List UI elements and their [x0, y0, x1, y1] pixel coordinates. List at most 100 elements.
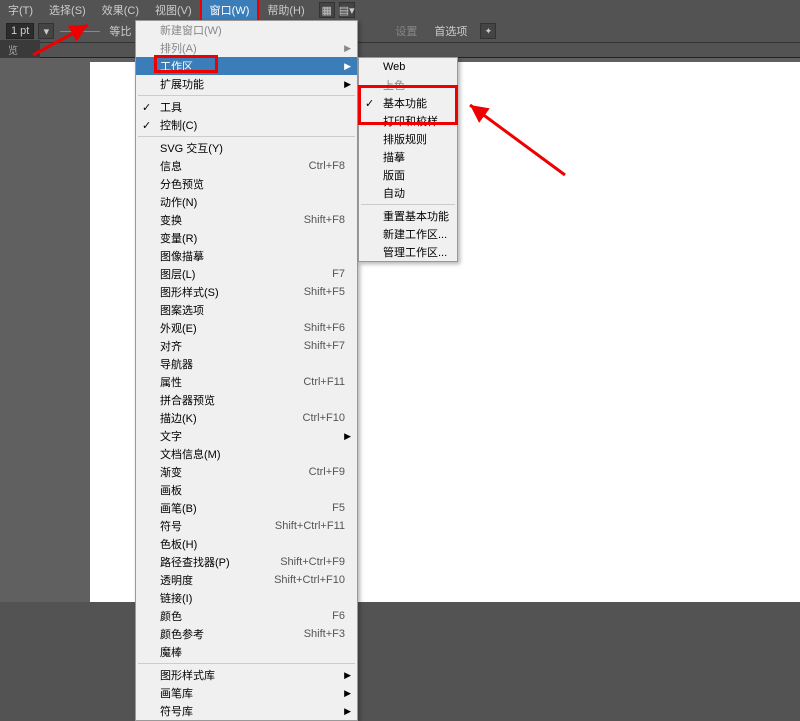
window-menu-item[interactable]: 工作区▶ [136, 57, 357, 75]
pin-icon[interactable]: ✦ [480, 23, 496, 39]
menu-item-label: 透明度 [160, 572, 193, 588]
menu-item-label: 颜色 [160, 608, 182, 624]
menu-item-label: Web [383, 61, 405, 73]
workspace-menu-item[interactable]: 版面 [359, 166, 457, 184]
check-icon: ✓ [142, 101, 151, 114]
window-menu-item[interactable]: 文档信息(M) [136, 445, 357, 463]
window-menu-item[interactable]: 图案选项 [136, 301, 357, 319]
menu-item-label: 描摹 [383, 149, 405, 165]
menu-shortcut: Shift+F3 [304, 628, 345, 640]
window-menu-item[interactable]: 拼合器预览 [136, 391, 357, 409]
menu-bar: 字(T) 选择(S) 效果(C) 视图(V) 窗口(W) 帮助(H) ▦ ▤▾ [0, 0, 800, 20]
window-menu-item[interactable]: 属性Ctrl+F11 [136, 373, 357, 391]
menu-shortcut: Shift+F5 [304, 286, 345, 298]
menu-item-label: 文字 [160, 428, 182, 444]
workspace-menu-item[interactable]: 打印和校样 [359, 112, 457, 130]
window-menu-item[interactable]: 画笔库▶ [136, 684, 357, 702]
menu-item-label: SVG 交互(Y) [160, 140, 223, 156]
window-menu-item[interactable]: ✓ 控制(C) [136, 116, 357, 134]
submenu-arrow-icon: ▶ [344, 688, 351, 699]
window-menu-item[interactable]: 信息Ctrl+F8 [136, 157, 357, 175]
window-menu-item[interactable]: 符号库▶ [136, 702, 357, 720]
workspace-menu-item[interactable]: ✓基本功能 [359, 94, 457, 112]
menu-shortcut: Shift+Ctrl+F9 [280, 556, 345, 568]
stroke-weight-field[interactable]: 1 pt [6, 23, 34, 39]
window-menu-item[interactable]: 对齐Shift+F7 [136, 337, 357, 355]
window-menu-item[interactable]: ✓ 工具 [136, 98, 357, 116]
workspace-menu-item[interactable]: 排版规则 [359, 130, 457, 148]
window-menu-item[interactable]: 文字 ▶ [136, 427, 357, 445]
window-menu-item[interactable]: 画笔(B)F5 [136, 499, 357, 517]
menu-item-label: 变换 [160, 212, 182, 228]
workspace-menu-item[interactable]: 新建工作区... [359, 225, 457, 243]
submenu-arrow-icon: ▶ [344, 61, 351, 72]
window-menu-item[interactable]: 图形样式库▶ [136, 666, 357, 684]
options-bar: 1 pt ▾ 等比 ▾ 设置 首选项 ✦ [0, 20, 800, 42]
menu-shortcut: Shift+F8 [304, 214, 345, 226]
check-icon: ✓ [142, 119, 151, 132]
window-menu-item[interactable]: 魔棒 [136, 643, 357, 661]
window-menu-item[interactable]: 图形样式(S) Shift+F5 [136, 283, 357, 301]
menu-view[interactable]: 视图(V) [147, 0, 200, 21]
window-menu-item[interactable]: 图层(L)F7 [136, 265, 357, 283]
window-menu-item[interactable]: 扩展功能▶ [136, 75, 357, 93]
menu-item-label: 文档信息(M) [160, 446, 221, 462]
window-menu-item[interactable]: 画板 [136, 481, 357, 499]
window-menu-item[interactable]: 排列(A)▶ [136, 39, 357, 57]
menu-shortcut: Ctrl+F10 [303, 412, 346, 424]
menu-effect[interactable]: 效果(C) [94, 0, 147, 21]
menu-shortcut: Shift+F6 [304, 322, 345, 334]
menu-item-label: 信息 [160, 158, 182, 174]
window-menu-item[interactable]: 动作(N) [136, 193, 357, 211]
window-menu-item[interactable]: 透明度Shift+Ctrl+F10 [136, 571, 357, 589]
submenu-arrow-icon: ▶ [344, 431, 351, 442]
window-menu-item[interactable]: 变换 Shift+F8 [136, 211, 357, 229]
submenu-arrow-icon: ▶ [344, 670, 351, 681]
menu-item-label: 外观(E) [160, 320, 197, 336]
menu-item-label: 色板(H) [160, 536, 197, 552]
stroke-dropdown[interactable]: ▾ [38, 23, 54, 39]
workspace-menu-item[interactable]: 描摹 [359, 148, 457, 166]
window-menu-item[interactable]: 色板(H) [136, 535, 357, 553]
menu-help[interactable]: 帮助(H) [259, 0, 312, 21]
menu-item-label: 画笔(B) [160, 500, 197, 516]
workspace-menu-item[interactable]: 重置基本功能 [359, 207, 457, 225]
window-menu-item[interactable]: 路径查找器(P)Shift+Ctrl+F9 [136, 553, 357, 571]
submenu-arrow-icon: ▶ [344, 706, 351, 717]
window-menu-item[interactable]: 导航器 [136, 355, 357, 373]
menu-item-label: 版面 [383, 167, 405, 183]
window-menu-item[interactable]: 渐变Ctrl+F9 [136, 463, 357, 481]
workspace-menu-item[interactable]: 管理工作区... [359, 243, 457, 261]
window-menu-item[interactable]: 新建窗口(W) [136, 21, 357, 39]
check-icon: ✓ [365, 97, 374, 110]
window-menu-item[interactable]: 颜色F6 [136, 607, 357, 625]
window-menu-item[interactable]: 变量(R) [136, 229, 357, 247]
toolbar-icon-2[interactable]: ▤▾ [339, 2, 355, 18]
menu-item-label: 图形样式(S) [160, 284, 219, 300]
window-menu-item[interactable]: 符号Shift+Ctrl+F11 [136, 517, 357, 535]
menu-select[interactable]: 选择(S) [41, 0, 94, 21]
workspace-menu-item[interactable]: 上色 [359, 76, 457, 94]
window-menu-item[interactable]: 链接(I) [136, 589, 357, 607]
window-menu-item[interactable]: 外观(E) Shift+F6 [136, 319, 357, 337]
menu-shortcut: F7 [332, 268, 345, 280]
menu-shortcut: Ctrl+F11 [303, 376, 345, 388]
window-menu-item[interactable]: SVG 交互(Y) [136, 139, 357, 157]
menu-item-label: 排列(A) [160, 40, 197, 56]
window-menu-item[interactable]: 分色预览 [136, 175, 357, 193]
preferences-label[interactable]: 首选项 [434, 23, 467, 39]
toolbar-icon-1[interactable]: ▦ [319, 2, 335, 18]
menu-text[interactable]: 字(T) [0, 0, 41, 21]
menu-item-label: 工具 [160, 99, 182, 115]
menu-separator [361, 204, 455, 205]
menu-item-label: 导航器 [160, 356, 193, 372]
menu-item-label: 控制(C) [160, 117, 197, 133]
doc-setup-label[interactable]: 设置 [395, 23, 417, 39]
window-menu-item[interactable]: 描边(K)Ctrl+F10 [136, 409, 357, 427]
window-menu-item[interactable]: 图像描摹 [136, 247, 357, 265]
workspace-menu-item[interactable]: Web [359, 58, 457, 76]
workspace-menu-item[interactable]: 自动 [359, 184, 457, 202]
menu-separator [138, 663, 355, 664]
window-menu-item[interactable]: 颜色参考Shift+F3 [136, 625, 357, 643]
document-tab[interactable]: 览 [0, 40, 40, 58]
